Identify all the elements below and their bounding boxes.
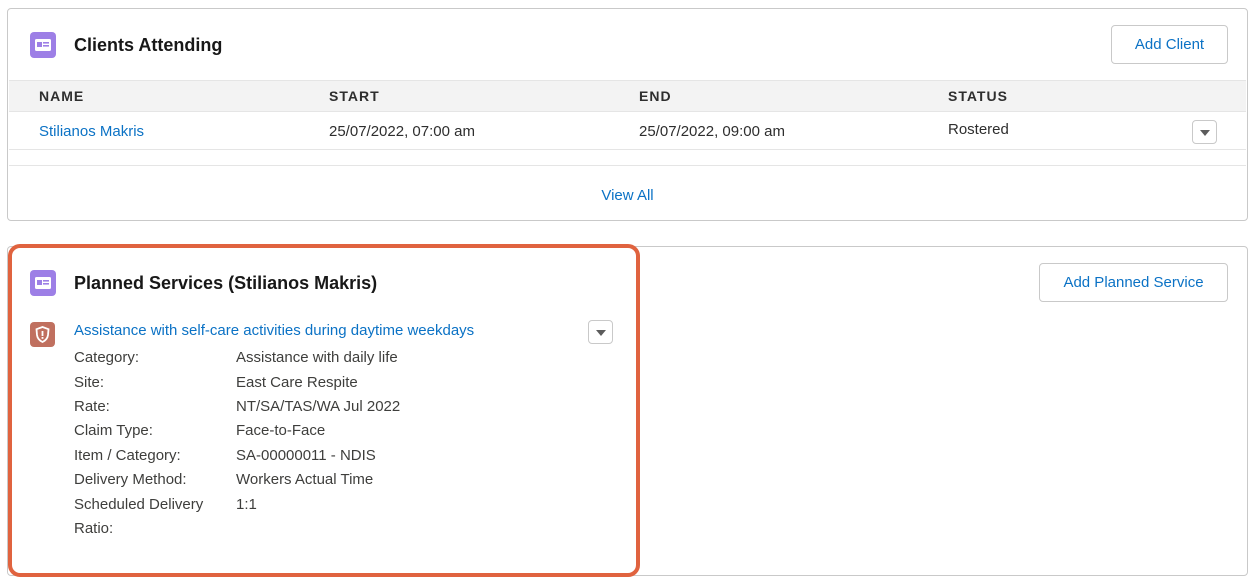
chevron-down-icon — [596, 330, 606, 336]
field-value-site: East Care Respite — [236, 374, 358, 391]
field-label-claim-type: Claim Type: — [74, 422, 153, 439]
view-all-link[interactable]: View All — [8, 187, 1247, 204]
column-header-end: END — [639, 88, 672, 104]
field-label-rate: Rate: — [74, 398, 110, 415]
field-label-category: Category: — [74, 349, 140, 366]
field-value-delivery-method: Workers Actual Time — [236, 471, 374, 488]
card-title: Planned Services (Stilianos Makris) — [74, 273, 378, 293]
add-client-button[interactable]: Add Client — [1111, 25, 1228, 64]
service-name-link[interactable]: Assistance with self-care activities dur… — [74, 322, 474, 339]
shield-icon — [30, 322, 55, 347]
field-label-item-category: Item / Category: — [74, 447, 181, 464]
field-value-item-category: SA-00000011 - NDIS — [236, 447, 376, 464]
add-planned-service-button[interactable]: Add Planned Service — [1039, 263, 1228, 302]
field-label-ratio: Ratio: — [74, 520, 114, 537]
field-value-claim-type: Face-to-Face — [236, 422, 326, 439]
field-label-site: Site: — [74, 374, 105, 391]
contact-card-icon — [30, 270, 56, 296]
contact-card-icon — [30, 32, 56, 58]
row-actions-button[interactable] — [1192, 120, 1217, 144]
table-header: NAME START END STATUS — [9, 80, 1246, 112]
client-name-link[interactable]: Stilianos Makris — [39, 123, 144, 140]
column-header-name: NAME — [39, 88, 85, 104]
column-header-start: START — [329, 88, 380, 104]
field-value-rate: NT/SA/TAS/WA Jul 2022 — [236, 398, 401, 415]
planned-services-card: Planned Services (Stilianos Makris) Add … — [7, 246, 1248, 576]
field-value-scheduled-delivery: 1:1 — [236, 496, 257, 513]
status-cell: Rostered — [948, 121, 1009, 138]
column-header-status: STATUS — [948, 88, 1008, 104]
table-row: Stilianos Makris 25/07/2022, 07:00 am 25… — [9, 112, 1246, 150]
chevron-down-icon — [1200, 130, 1210, 136]
field-value-category: Assistance with daily life — [236, 349, 398, 366]
clients-attending-card: Clients Attending Add Client NAME START … — [7, 8, 1248, 221]
start-cell: 25/07/2022, 07:00 am — [329, 123, 475, 140]
service-actions-button[interactable] — [588, 320, 613, 344]
card-title: Clients Attending — [74, 35, 223, 55]
end-cell: 25/07/2022, 09:00 am — [639, 123, 785, 140]
field-label-delivery-method: Delivery Method: — [74, 471, 187, 488]
field-label-scheduled-delivery: Scheduled Delivery — [74, 496, 204, 513]
divider — [9, 165, 1246, 166]
